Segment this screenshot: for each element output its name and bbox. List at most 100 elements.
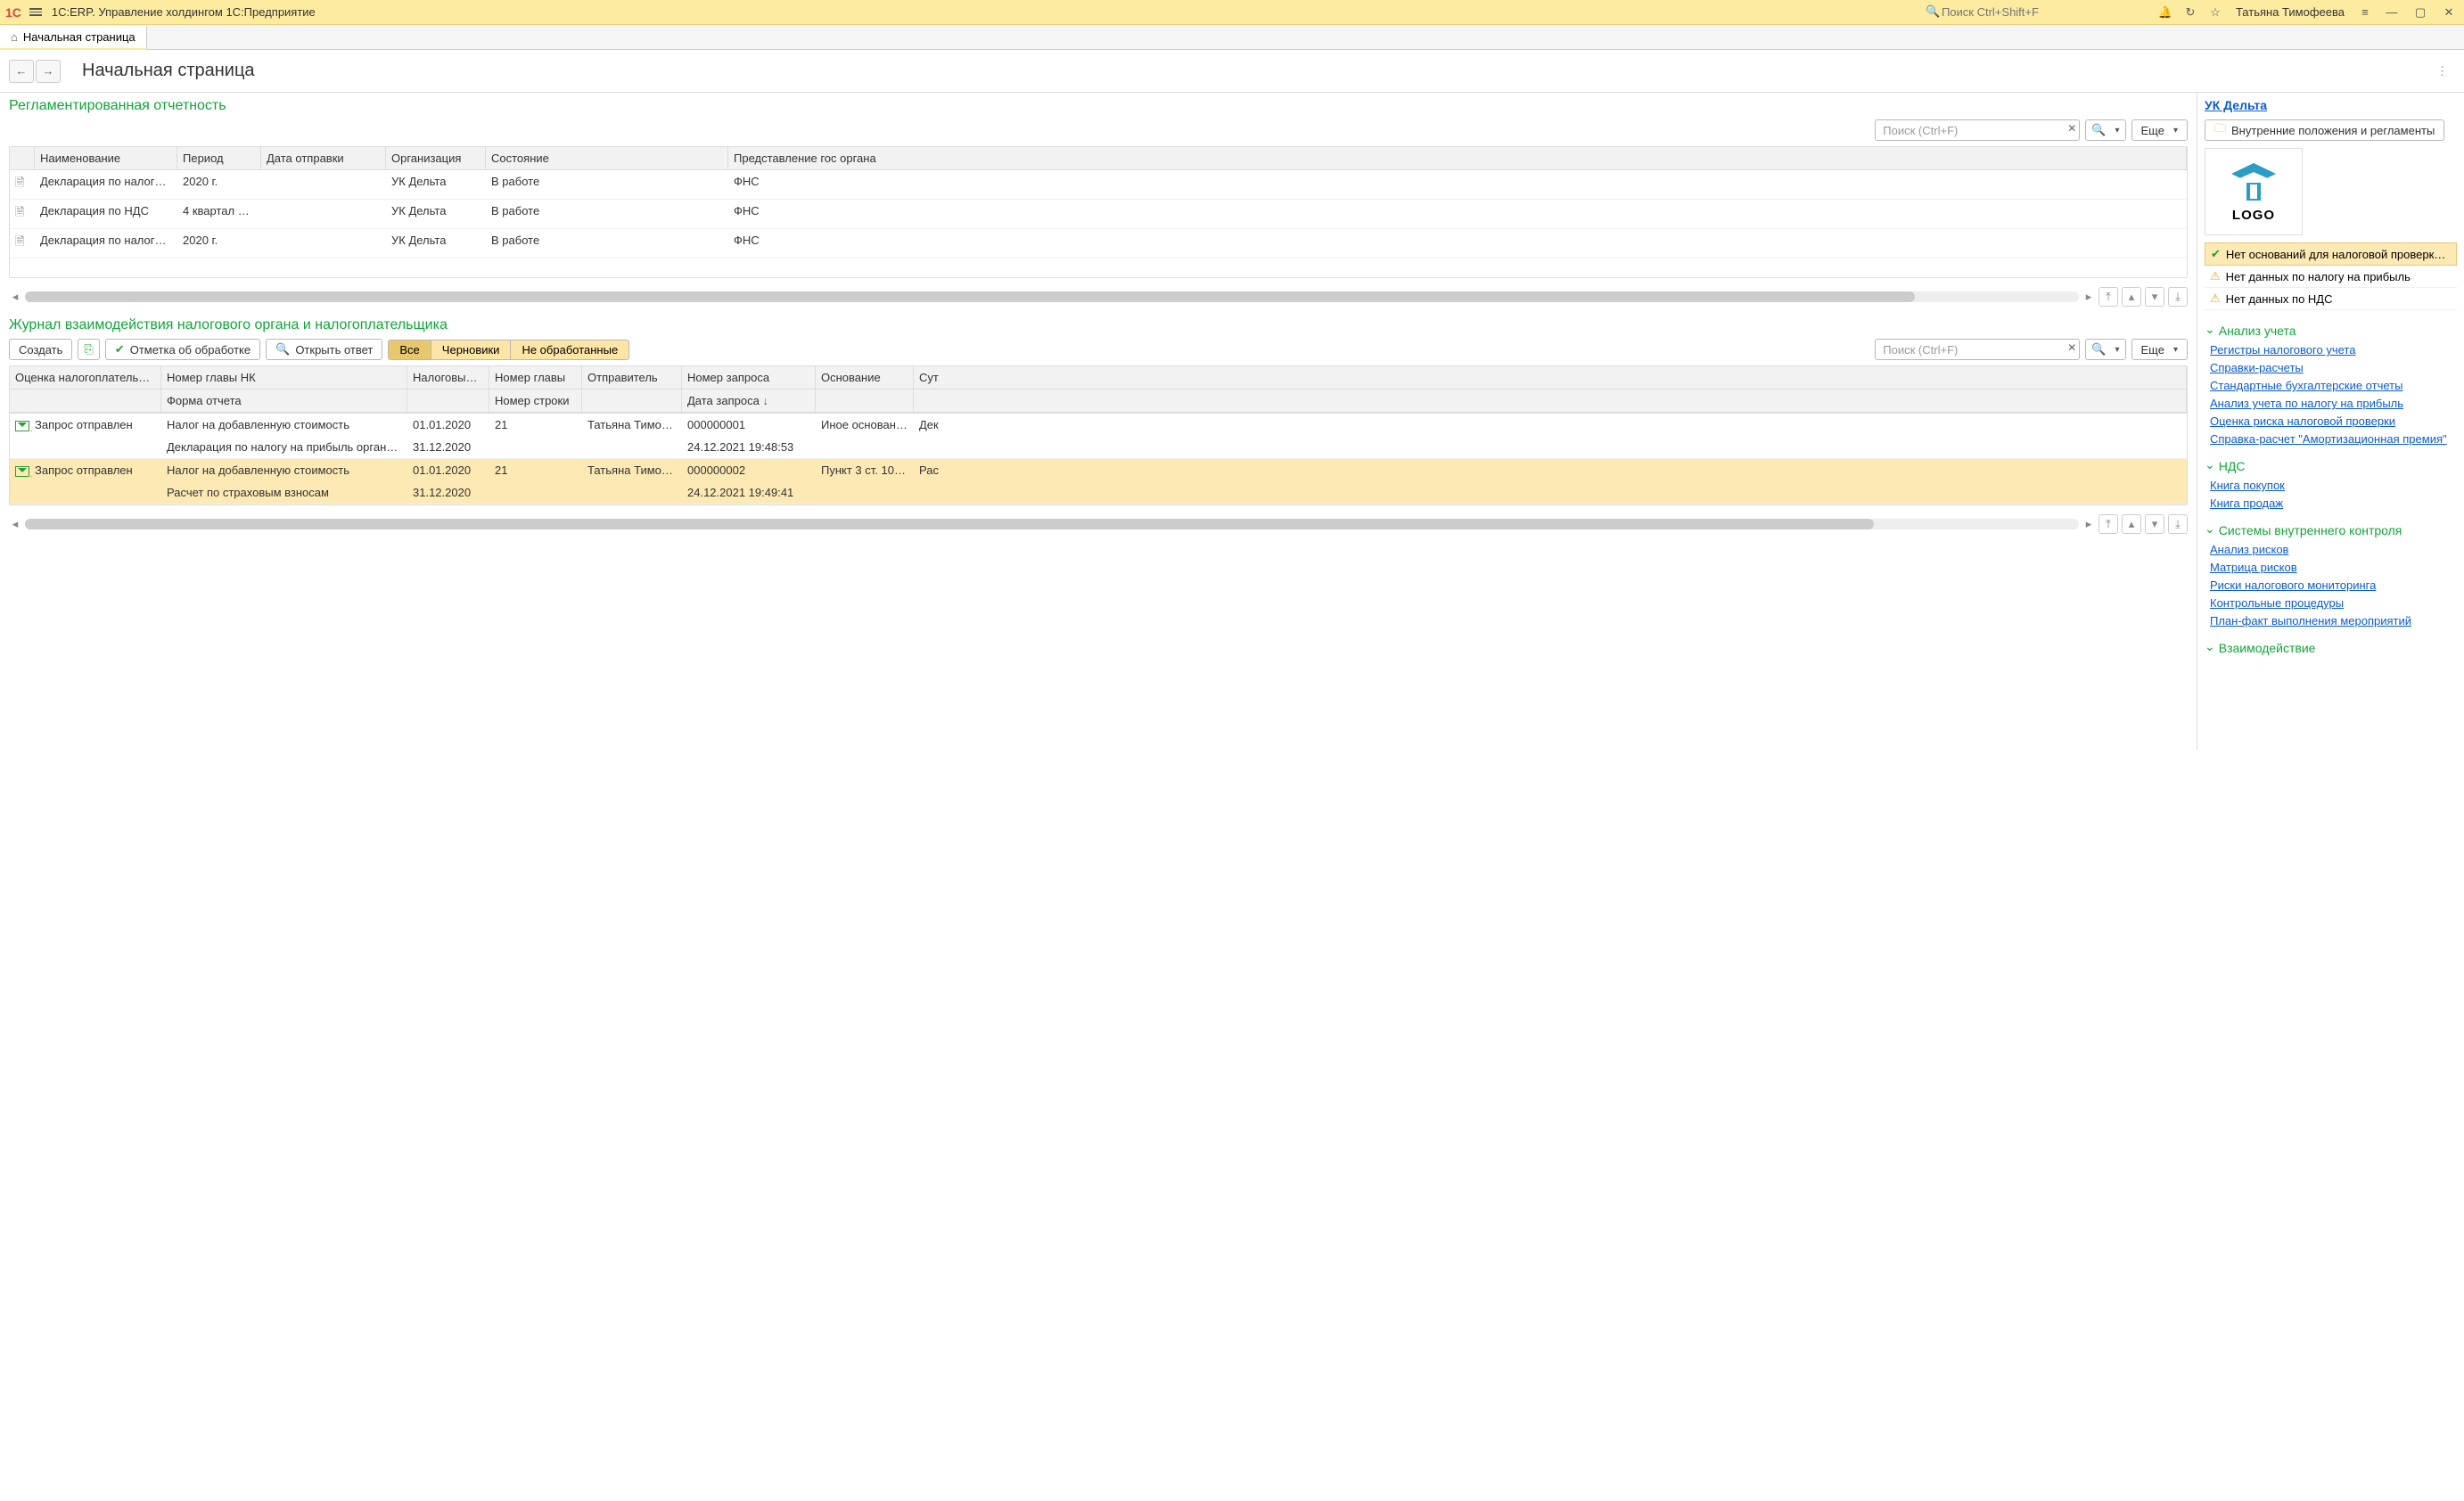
tab-home[interactable]: ⌂ Начальная страница <box>0 26 147 50</box>
group-title[interactable]: Взаимодействие <box>2205 640 2457 655</box>
reports-search-clear-icon[interactable]: ✕ <box>2067 122 2076 135</box>
nav-link[interactable]: Книга покупок <box>2210 479 2457 492</box>
status-row[interactable]: ✔Нет оснований для налоговой проверки 2 … <box>2205 242 2457 266</box>
cell-period-to: 31.12.2020 <box>407 481 489 504</box>
nav-link[interactable]: Стандартные бухгалтерские отчеты <box>2210 379 2457 392</box>
filter-tab-all[interactable]: Все <box>389 340 431 359</box>
nav-link[interactable]: Анализ учета по налогу на прибыль <box>2210 397 2457 410</box>
page-last-button[interactable]: ⤓ <box>2168 287 2188 307</box>
table-row[interactable]: Запрос отправлен Налог на добавленную ст… <box>10 459 2187 504</box>
nav-link[interactable]: План-факт выполнения мероприятий <box>2210 614 2457 627</box>
mark-button[interactable]: ✔Отметка об обработке <box>105 339 260 360</box>
h-scrollbar[interactable] <box>25 519 2079 529</box>
page-first-button[interactable]: ⤒ <box>2099 514 2118 534</box>
page-down-button[interactable]: ▾ <box>2145 287 2164 307</box>
journal-search[interactable]: ✕ <box>1875 339 2080 360</box>
cell-name: Декларация по налог… <box>35 229 177 258</box>
nav-link[interactable]: Оценка риска налоговой проверки <box>2210 414 2457 428</box>
status-row[interactable]: ⚠Нет данных по налогу на прибыль <box>2205 266 2457 288</box>
copy-button[interactable]: ⎘ <box>78 339 99 360</box>
table-row[interactable]: Запрос отправлен Налог на добавленную ст… <box>10 414 2187 459</box>
reports-filter-button[interactable]: 🔍 <box>2085 119 2125 141</box>
nav-link[interactable]: Справка-расчет "Амортизационная премия" <box>2210 432 2457 446</box>
window-minimize-button[interactable]: — <box>2382 4 2402 21</box>
nav-link[interactable]: Контрольные процедуры <box>2210 596 2457 610</box>
col-sent[interactable]: Дата отправки <box>261 147 386 169</box>
scroll-left-icon[interactable]: ◂ <box>9 517 21 531</box>
nav-link[interactable]: Риски налогового мониторинга <box>2210 578 2457 592</box>
nav-link[interactable]: Матрица рисков <box>2210 561 2457 574</box>
col-tax-period[interactable]: Налоговый период <box>407 366 489 389</box>
bell-icon[interactable]: 🔔 <box>2157 4 2173 21</box>
scroll-left-icon[interactable]: ◂ <box>9 290 21 304</box>
page-first-button[interactable]: ⤒ <box>2099 287 2118 307</box>
nav-forward-button[interactable]: → <box>36 60 61 83</box>
logo-text: LOGO <box>2232 208 2275 223</box>
col-gov[interactable]: Представление гос органа <box>728 147 2187 169</box>
col-request-no[interactable]: Номер запроса <box>682 366 816 389</box>
table-row[interactable]: Декларация по НДС 4 квартал 2… УК Дельта… <box>10 200 2187 229</box>
h-scrollbar[interactable] <box>25 291 2079 302</box>
filter-tab-unprocessed[interactable]: Не обработанные <box>511 340 628 359</box>
page-up-button[interactable]: ▴ <box>2122 287 2141 307</box>
col-chapter-nk[interactable]: Номер главы НК <box>161 366 407 389</box>
tab-row: ⌂ Начальная страница <box>0 25 2464 50</box>
col-period[interactable]: Период <box>177 147 261 169</box>
group-title[interactable]: Системы внутреннего контроля <box>2205 522 2457 537</box>
journal-search-input[interactable] <box>1875 339 2080 360</box>
global-search[interactable]: 🔍 <box>1922 3 2145 21</box>
table-row[interactable]: Декларация по налог… 2020 г. УК Дельта В… <box>10 170 2187 200</box>
scroll-right-icon[interactable]: ▸ <box>2082 517 2095 531</box>
filter-tab-drafts[interactable]: Черновики <box>431 340 512 359</box>
col-sender[interactable]: Отправитель <box>582 366 682 389</box>
page-down-button[interactable]: ▾ <box>2145 514 2164 534</box>
scroll-right-icon[interactable]: ▸ <box>2082 290 2095 304</box>
status-text: Нет данных по налогу на прибыль <box>2226 270 2411 283</box>
status-row[interactable]: ⚠Нет данных по НДС <box>2205 288 2457 310</box>
col-form[interactable]: Форма отчета <box>161 390 407 412</box>
page-last-button[interactable]: ⤓ <box>2168 514 2188 534</box>
reports-search-input[interactable] <box>1875 119 2080 141</box>
col-basis[interactable]: Основание <box>816 366 914 389</box>
reports-search[interactable]: ✕ <box>1875 119 2080 141</box>
star-icon[interactable]: ☆ <box>2207 4 2223 21</box>
col-assessment[interactable]: Оценка налогоплательщика <box>10 366 161 389</box>
reports-more-button[interactable]: Еще <box>2131 119 2188 141</box>
create-button[interactable]: Создать <box>9 339 72 360</box>
history-icon[interactable]: ↻ <box>2182 4 2198 21</box>
cell-gov: ФНС <box>728 200 2187 228</box>
nav-link[interactable]: Анализ рисков <box>2210 543 2457 556</box>
col-line-no[interactable]: Номер строки <box>489 390 582 412</box>
reglament-button[interactable]: 🗀Внутренние положения и регламенты <box>2205 119 2444 141</box>
cell-state: В работе <box>486 170 728 199</box>
nav-back-button[interactable]: ← <box>9 60 34 83</box>
table-row[interactable]: Декларация по налог… 2020 г. УК Дельта В… <box>10 229 2187 258</box>
col-request-date[interactable]: Дата запроса <box>682 390 816 412</box>
col-org[interactable]: Организация <box>386 147 486 169</box>
col-name[interactable]: Наименование <box>35 147 177 169</box>
journal-filter-button[interactable]: 🔍 <box>2085 339 2125 360</box>
col-icon[interactable] <box>10 147 35 169</box>
nav-link[interactable]: Книга продаж <box>2210 496 2457 510</box>
open-answer-button[interactable]: 🔍Открыть ответ <box>266 339 382 360</box>
user-name[interactable]: Татьяна Тимофеева <box>2236 5 2345 19</box>
col-chapter-no[interactable]: Номер главы <box>489 366 582 389</box>
kebab-menu-icon[interactable]: ⋮ <box>2429 61 2455 82</box>
page-up-button[interactable]: ▴ <box>2122 514 2141 534</box>
hamburger-icon[interactable] <box>27 4 45 20</box>
journal-table-footer: ◂ ▸ ⤒ ▴ ▾ ⤓ <box>9 511 2188 534</box>
settings-icon[interactable]: ≡ <box>2357 4 2373 21</box>
col-sut[interactable]: Сут <box>914 366 2187 389</box>
window-close-button[interactable]: ✕ <box>2439 4 2459 21</box>
group-title[interactable]: Анализ учета <box>2205 323 2457 338</box>
group-title[interactable]: НДС <box>2205 458 2457 473</box>
window-maximize-button[interactable]: ▢ <box>2411 4 2430 21</box>
journal-more-button[interactable]: Еще <box>2131 339 2188 360</box>
mail-out-icon <box>15 421 29 431</box>
nav-link[interactable]: Справки-расчеты <box>2210 361 2457 374</box>
journal-search-clear-icon[interactable]: ✕ <box>2067 341 2076 354</box>
nav-link[interactable]: Регистры налогового учета <box>2210 343 2457 357</box>
global-search-input[interactable] <box>1922 3 2145 21</box>
col-state[interactable]: Состояние <box>486 147 728 169</box>
company-link[interactable]: УК Дельта <box>2205 98 2267 112</box>
